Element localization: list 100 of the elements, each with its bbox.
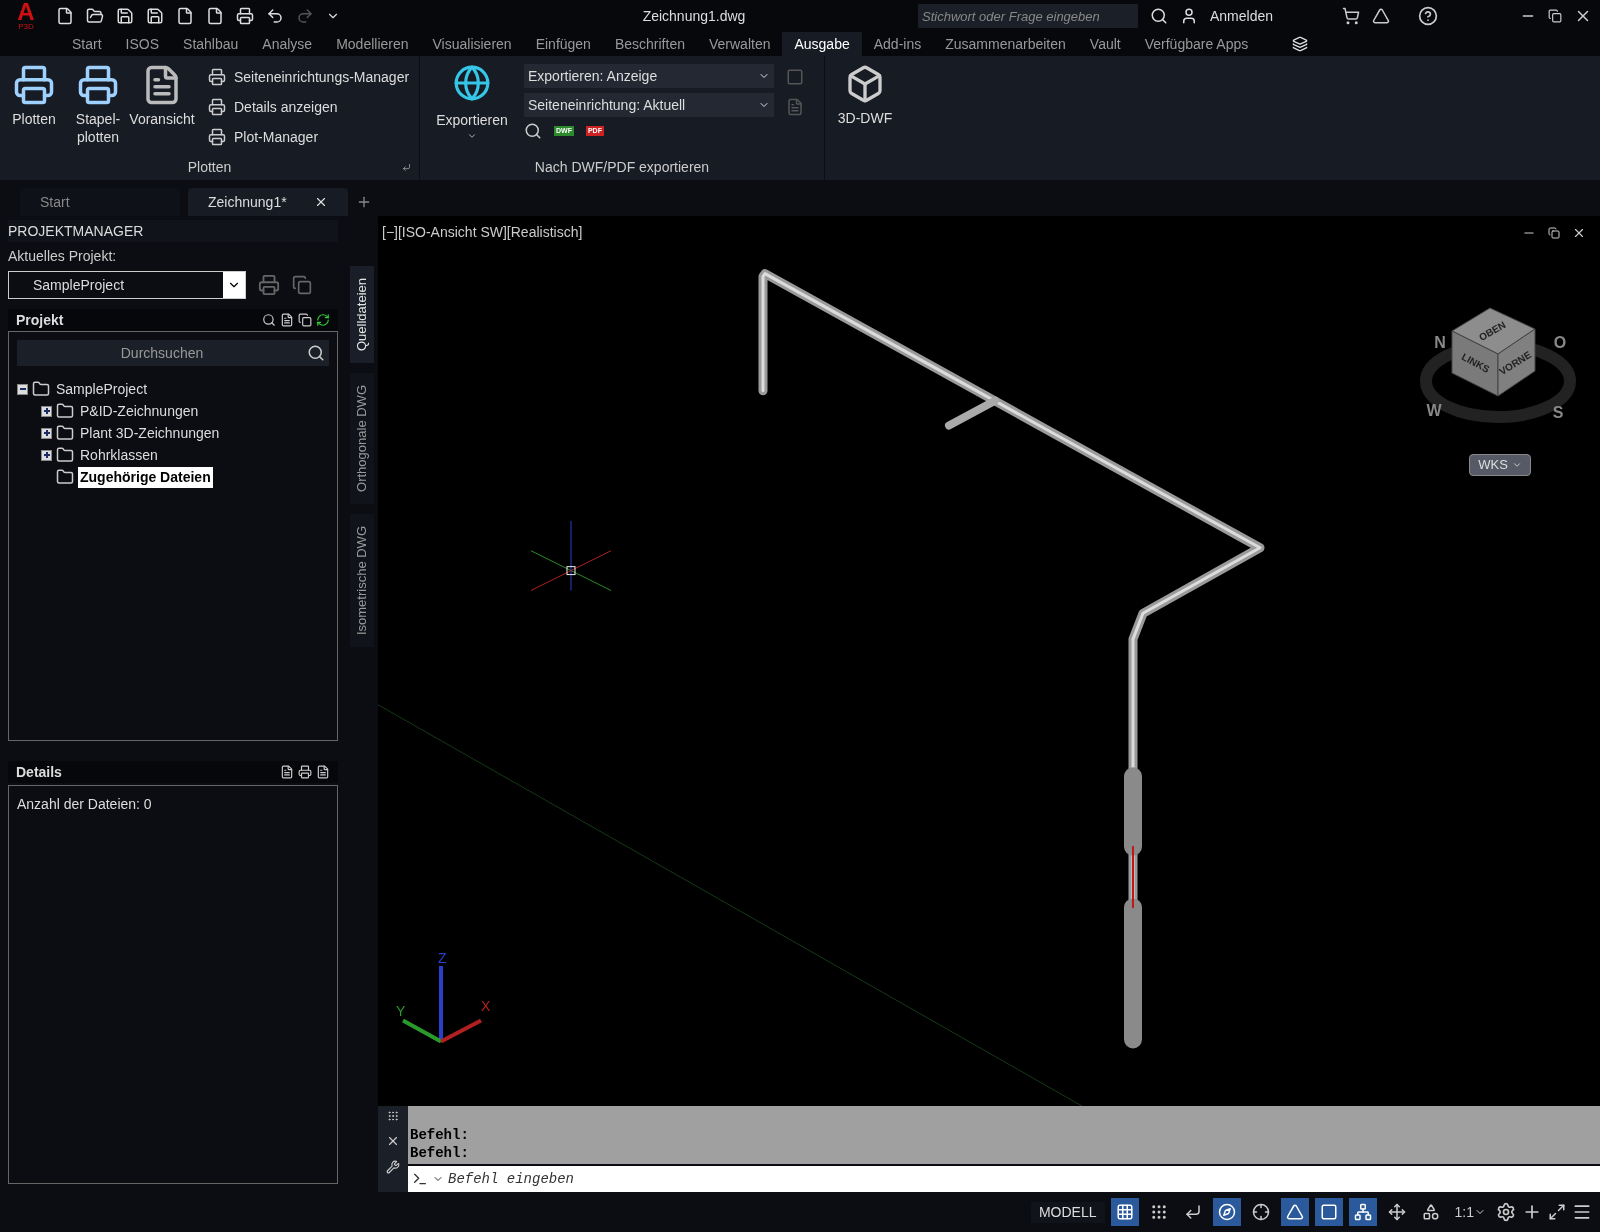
toolbar-icon[interactable]	[56, 7, 74, 25]
copy-icon[interactable]	[298, 313, 312, 327]
ribbon-tab[interactable]: Start	[60, 32, 114, 56]
scale-dropdown[interactable]: 1:1	[1450, 1201, 1490, 1223]
document-icon[interactable]	[280, 313, 294, 327]
panel-toggle-icon[interactable]	[1292, 36, 1309, 52]
ribbon-button[interactable]: Details anzeigen	[234, 96, 338, 118]
status-toggle[interactable]	[1280, 1198, 1309, 1226]
expand-toggle[interactable]	[41, 405, 52, 417]
expand-toggle[interactable]	[41, 427, 52, 439]
coordinate-system-dropdown[interactable]: WKS	[1469, 454, 1531, 476]
toolbar-icon[interactable]	[236, 7, 254, 25]
caret-icon[interactable]	[467, 131, 477, 141]
status-toggle[interactable]	[1110, 1198, 1139, 1226]
document-tab[interactable]: Zeichnung1*	[188, 188, 348, 216]
toolbar-icon[interactable]	[206, 7, 224, 25]
refresh-icon[interactable]	[316, 313, 330, 327]
ribbon-tab[interactable]: ISOS	[113, 32, 172, 56]
ribbon-tab[interactable]: Modellieren	[324, 32, 421, 56]
search-icon[interactable]	[307, 344, 325, 362]
preview-icon[interactable]	[524, 122, 542, 140]
ribbon-tab[interactable]: Beschriften	[602, 32, 697, 56]
cart-icon[interactable]	[1342, 7, 1360, 25]
ribbon-tab[interactable]: Verwalten	[696, 32, 783, 56]
ribbon-tab[interactable]: Zusammenarbeiten	[933, 32, 1078, 56]
export-button[interactable]: Exportieren	[436, 110, 508, 131]
command-input[interactable]: Befehl eingeben	[448, 1168, 1596, 1190]
status-toggle[interactable]	[1212, 1198, 1241, 1226]
close-icon[interactable]	[386, 1134, 400, 1148]
toolbar-icon[interactable]	[146, 7, 164, 25]
panel-title: Plotten	[187, 157, 232, 177]
toolbar-icon[interactable]	[86, 7, 104, 25]
ribbon-tab[interactable]: Analyse	[250, 32, 325, 56]
menu-icon[interactable]	[1572, 1202, 1592, 1222]
document-icon[interactable]	[316, 765, 330, 779]
ribbon-tab[interactable]: Ausgabe	[782, 32, 862, 56]
document-icon[interactable]	[280, 765, 294, 779]
add-tab-icon[interactable]	[356, 194, 372, 210]
close-icon[interactable]	[1572, 226, 1586, 240]
app-logo[interactable]: A P3D	[8, 1, 44, 31]
panel-title: Nach DWF/PDF exportieren	[534, 157, 710, 177]
ribbon-tab[interactable]: Visualisieren	[420, 32, 524, 56]
ribbon-button[interactable]: Plot-Manager	[234, 126, 319, 148]
close-icon[interactable]	[314, 195, 328, 209]
tree-item[interactable]: SampleProject	[54, 378, 150, 400]
status-toggle[interactable]	[1348, 1198, 1377, 1226]
model-space-button[interactable]: MODELL	[1030, 1201, 1105, 1223]
fullscreen-icon[interactable]	[1548, 1203, 1566, 1221]
tree-item[interactable]: Plant 3D-Zeichnungen	[78, 422, 222, 444]
ribbon-button[interactable]: 3D-DWF	[837, 108, 893, 129]
search-field[interactable]: Durchsuchen	[17, 340, 329, 366]
sign-in-button[interactable]: Anmelden	[1210, 5, 1330, 27]
command-field[interactable]: Befehl eingeben	[408, 1166, 1600, 1192]
compass-letter[interactable]: W	[1426, 402, 1442, 419]
ribbon-button[interactable]: Plotten	[12, 110, 56, 128]
tree-item[interactable]: Rohrklassen	[78, 444, 160, 466]
ribbon-tab[interactable]: Einfügen	[523, 32, 603, 56]
ribbon-button[interactable]: Seiteneinrichtungs-Manager	[234, 66, 410, 88]
redo-icon[interactable]	[296, 7, 314, 25]
viewport-label[interactable]: [−][ISO-Ansicht SW][Realistisch]	[382, 222, 583, 243]
search-icon[interactable]	[1150, 7, 1168, 25]
restore-icon[interactable]	[1548, 9, 1562, 23]
project-dropdown[interactable]: SampleProject	[8, 271, 246, 299]
search-icon[interactable]	[262, 313, 276, 327]
toggle-icon	[1251, 1203, 1270, 1221]
ribbon-button[interactable]: Stapel- plotten	[75, 110, 121, 146]
expand-toggle[interactable]	[41, 449, 52, 461]
tree-item[interactable]: Zugehörige Dateien	[78, 466, 213, 488]
dropdown[interactable]: Exportieren: Anzeige	[524, 64, 774, 88]
ribbon-tab[interactable]: Vault	[1077, 32, 1133, 56]
ribbon-tab[interactable]: Add-ins	[861, 32, 934, 56]
help-icon[interactable]	[1418, 6, 1438, 26]
terminal-icon[interactable]	[412, 1171, 428, 1187]
status-toggle[interactable]	[1314, 1198, 1343, 1226]
side-tab[interactable]: Orthogonale DWG	[350, 373, 374, 504]
document-tab[interactable]: Start	[20, 188, 180, 216]
compass-letter[interactable]: O	[1553, 334, 1567, 351]
search-input[interactable]: Durchsuchen	[17, 342, 307, 364]
wrench-icon[interactable]	[386, 1160, 400, 1174]
tree-item[interactable]: P&ID-Zeichnungen	[78, 400, 201, 422]
dropdown[interactable]: Seiteneinrichtung: Aktuell	[524, 93, 774, 117]
printer-icon[interactable]	[298, 765, 312, 779]
ribbon-tab[interactable]: Stahlbau	[171, 32, 251, 56]
collapse-toggle[interactable]	[17, 383, 28, 395]
settings-icon[interactable]	[1496, 1202, 1516, 1222]
toolbar-icon[interactable]	[266, 7, 284, 25]
side-tab[interactable]: Isometrische DWG	[350, 513, 374, 647]
side-tab[interactable]: Quelldateien	[350, 266, 374, 363]
toolbar-icon[interactable]	[176, 7, 194, 25]
toolbar-icon[interactable]	[116, 7, 134, 25]
compass-letter[interactable]: S	[1552, 404, 1564, 421]
search-field[interactable]: Stichwort oder Frage eingeben	[918, 4, 1138, 28]
compass-letter[interactable]: N	[1434, 334, 1446, 351]
ribbon-tab[interactable]: Verfügbare Apps	[1132, 32, 1261, 56]
ribbon-button[interactable]: Voransicht	[129, 110, 195, 128]
globe-icon	[453, 64, 491, 102]
grip-icon[interactable]	[387, 1110, 399, 1122]
toggle-icon	[1353, 1203, 1372, 1221]
restore-icon[interactable]	[1548, 227, 1560, 239]
folder-icon	[56, 468, 74, 486]
